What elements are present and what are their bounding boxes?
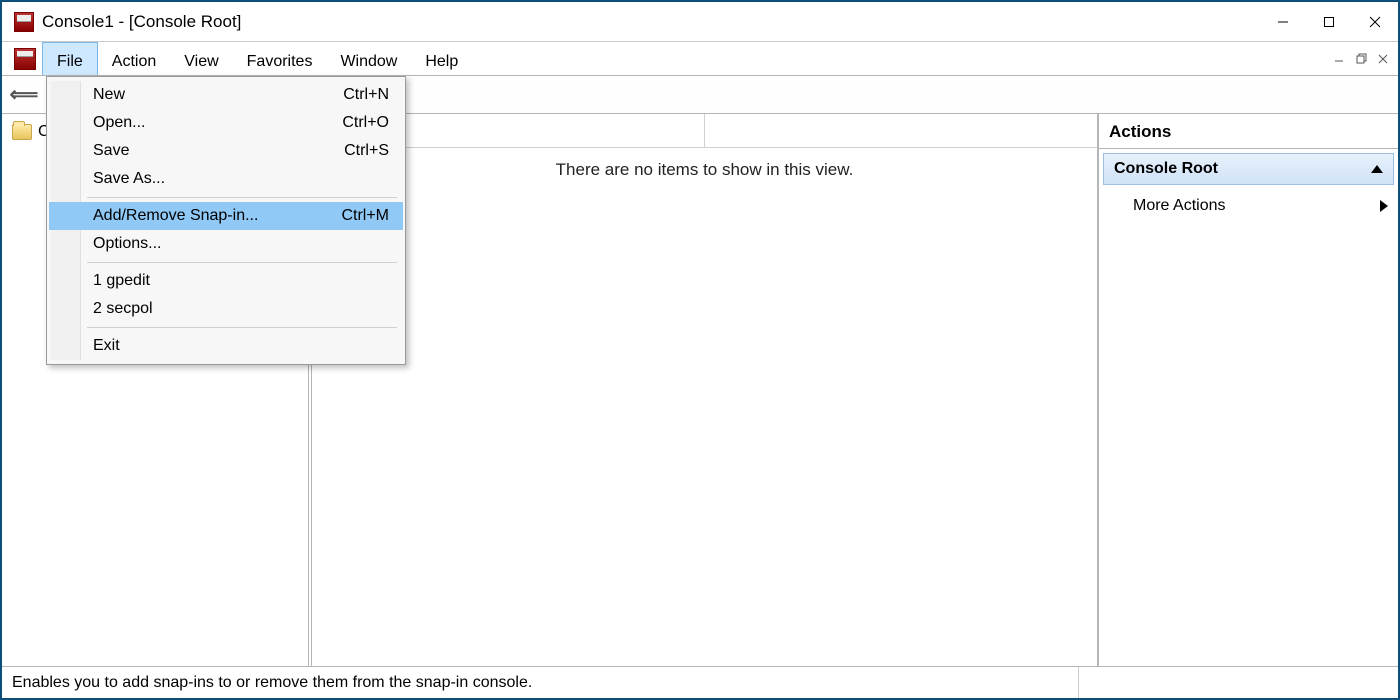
- file-menu-dropdown: New Ctrl+N Open... Ctrl+O Save Ctrl+S Save As.…: [46, 76, 406, 365]
- content-header[interactable]: [312, 114, 1097, 148]
- folder-icon: [12, 124, 32, 140]
- menu-item-label: Exit: [93, 337, 120, 355]
- menu-view-label: View: [184, 53, 218, 71]
- menu-favorites-label: Favorites: [247, 53, 313, 71]
- close-icon: [1378, 54, 1388, 64]
- mdi-window-controls: [1328, 42, 1398, 75]
- menu-item-label: Add/Remove Snap-in...: [93, 207, 258, 225]
- menu-action-label: Action: [112, 53, 156, 71]
- menu-help-label: Help: [425, 53, 458, 71]
- back-arrow-icon: ⟸: [10, 82, 39, 107]
- menu-item-label: Open...: [93, 114, 145, 132]
- app-icon: [14, 12, 34, 32]
- menu-item-shortcut: Ctrl+M: [321, 207, 389, 225]
- menu-item-label: New: [93, 86, 125, 104]
- menu-action[interactable]: Action: [98, 42, 170, 75]
- menu-item-1-gpedit[interactable]: 1 gpedit: [49, 267, 403, 295]
- menu-item-label: Save As...: [93, 170, 165, 188]
- menu-item-save-as[interactable]: Save As...: [49, 165, 403, 193]
- document-icon: [14, 48, 36, 70]
- menu-file-label: File: [57, 53, 83, 71]
- close-button[interactable]: [1352, 2, 1398, 42]
- menu-file[interactable]: File: [42, 42, 98, 75]
- status-text: Enables you to add snap-ins to or remove…: [12, 674, 532, 692]
- menu-item-shortcut: Ctrl+N: [323, 86, 389, 104]
- actions-pane-title: Actions: [1099, 114, 1398, 149]
- mdi-minimize-button[interactable]: [1328, 49, 1350, 69]
- chevron-right-icon: [1380, 200, 1388, 212]
- menu-item-save[interactable]: Save Ctrl+S: [49, 137, 403, 165]
- menu-item-label: 2 secpol: [93, 300, 153, 318]
- window-title: Console1 - [Console Root]: [42, 12, 241, 32]
- menu-separator: [87, 262, 397, 263]
- minimize-icon: [1277, 16, 1289, 28]
- menu-window[interactable]: Window: [326, 42, 411, 75]
- status-bar: Enables you to add snap-ins to or remove…: [2, 666, 1398, 698]
- restore-icon: [1356, 53, 1367, 64]
- actions-section-header[interactable]: Console Root: [1103, 153, 1394, 185]
- actions-section-label: Console Root: [1114, 160, 1218, 178]
- menu-favorites[interactable]: Favorites: [233, 42, 327, 75]
- menu-separator: [87, 327, 397, 328]
- mdi-restore-button[interactable]: [1350, 49, 1372, 69]
- maximize-icon: [1323, 16, 1335, 28]
- back-button[interactable]: ⟸: [8, 80, 40, 110]
- menu-item-options[interactable]: Options...: [49, 230, 403, 258]
- mdi-close-button[interactable]: [1372, 49, 1394, 69]
- menu-window-label: Window: [340, 53, 397, 71]
- title-bar: Console1 - [Console Root]: [2, 2, 1398, 42]
- more-actions-item[interactable]: More Actions: [1099, 189, 1398, 223]
- collapse-icon: [1371, 165, 1383, 173]
- menu-item-label: Save: [93, 142, 129, 160]
- menu-item-shortcut: Ctrl+S: [324, 142, 389, 160]
- menu-item-new[interactable]: New Ctrl+N: [49, 81, 403, 109]
- empty-view-message: There are no items to show in this view.: [312, 160, 1097, 180]
- client-area: NewCtrl+NOpen...Ctrl+OSaveCtrl+SSave As.…: [2, 114, 1398, 666]
- menu-item-open[interactable]: Open... Ctrl+O: [49, 109, 403, 137]
- maximize-button[interactable]: [1306, 2, 1352, 42]
- minimize-button[interactable]: [1260, 2, 1306, 42]
- minimize-icon: [1334, 54, 1344, 64]
- menu-separator: [87, 197, 397, 198]
- menu-bar: File Action View Favorites Window Help: [2, 42, 1398, 76]
- menu-help[interactable]: Help: [411, 42, 472, 75]
- menu-view[interactable]: View: [170, 42, 232, 75]
- actions-pane: Actions Console Root More Actions: [1098, 114, 1398, 666]
- menu-item-exit[interactable]: Exit: [49, 332, 403, 360]
- menu-item-add-remove-snap-in[interactable]: Add/Remove Snap-in... Ctrl+M: [49, 202, 403, 230]
- column-divider[interactable]: [704, 114, 705, 147]
- status-divider: [1078, 667, 1388, 698]
- content-pane: There are no items to show in this view.: [312, 114, 1098, 666]
- menu-item-shortcut: Ctrl+O: [322, 114, 389, 132]
- menu-item-2-secpol[interactable]: 2 secpol: [49, 295, 403, 323]
- menu-item-label: 1 gpedit: [93, 272, 150, 290]
- more-actions-label: More Actions: [1133, 197, 1225, 215]
- close-icon: [1369, 16, 1381, 28]
- menu-item-label: Options...: [93, 235, 161, 253]
